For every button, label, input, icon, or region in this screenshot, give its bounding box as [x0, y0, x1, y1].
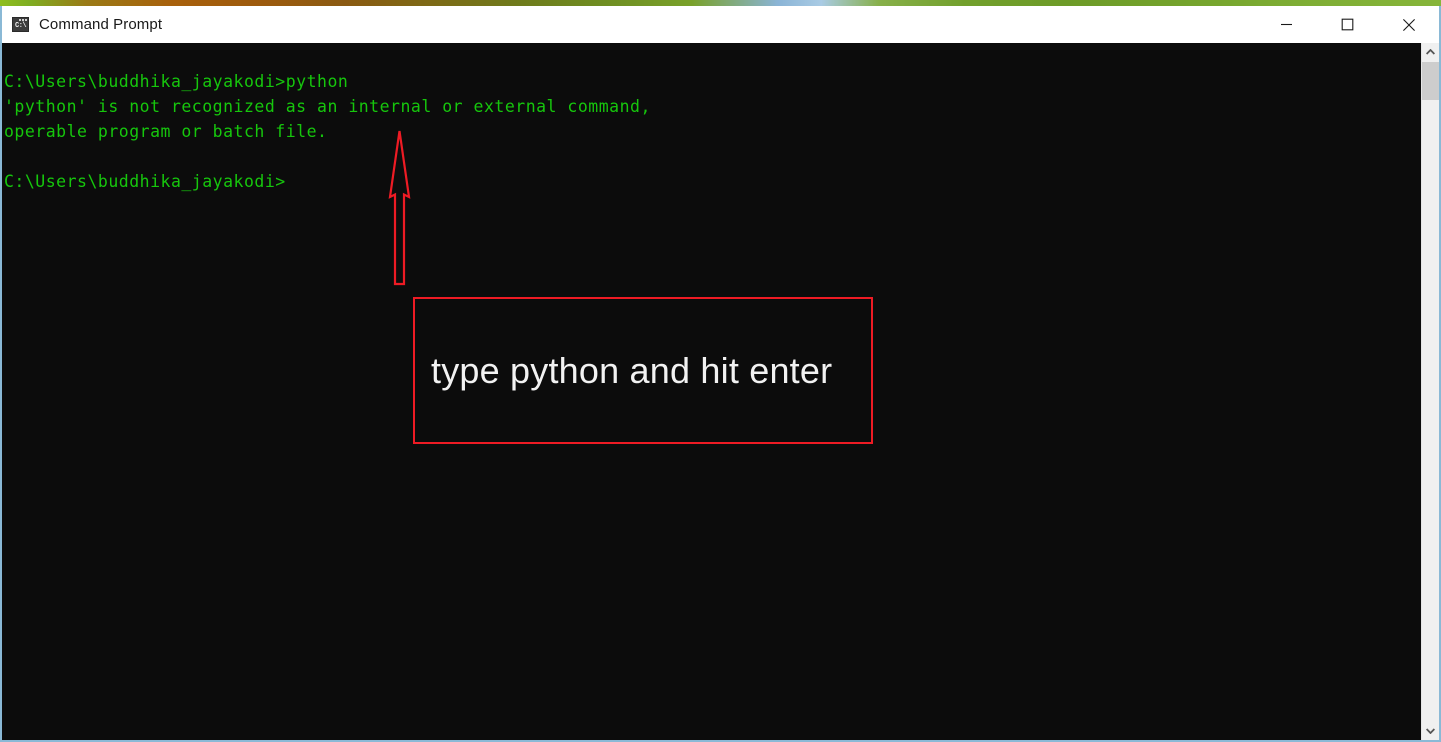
command-prompt-icon: C:\: [12, 17, 29, 32]
chevron-up-icon: [1426, 49, 1435, 55]
vertical-scrollbar[interactable]: [1421, 43, 1439, 740]
icon-prompt-glyph: C:\: [15, 22, 27, 30]
command-prompt-window: C:\ Command Prompt C:\Users\buddhika_jay…: [0, 6, 1441, 742]
page-title: Command Prompt: [39, 16, 163, 33]
terminal-output: C:\Users\buddhika_jayakodi>python 'pytho…: [4, 71, 651, 191]
icon-titlebar-detail: [19, 19, 27, 21]
window-controls: [1256, 6, 1439, 43]
annotation-callout-text: type python and hit enter: [431, 349, 833, 391]
terminal-console[interactable]: C:\Users\buddhika_jayakodi>python 'pytho…: [2, 43, 1439, 740]
scrollbar-up-button[interactable]: [1422, 43, 1439, 61]
scrollbar-thumb[interactable]: [1422, 62, 1439, 100]
scrollbar-down-button[interactable]: [1422, 722, 1439, 740]
scrollbar-track[interactable]: [1422, 61, 1439, 722]
close-icon: [1402, 18, 1415, 31]
minimize-button[interactable]: [1256, 6, 1317, 43]
maximize-icon: [1341, 18, 1354, 31]
minimize-icon: [1281, 23, 1292, 26]
maximize-button[interactable]: [1317, 6, 1378, 43]
upward-arrow-icon: [388, 130, 411, 286]
annotation-callout-box: type python and hit enter: [413, 297, 873, 444]
window-titlebar[interactable]: C:\ Command Prompt: [2, 6, 1439, 43]
close-button[interactable]: [1378, 6, 1439, 43]
chevron-down-icon: [1426, 728, 1435, 734]
